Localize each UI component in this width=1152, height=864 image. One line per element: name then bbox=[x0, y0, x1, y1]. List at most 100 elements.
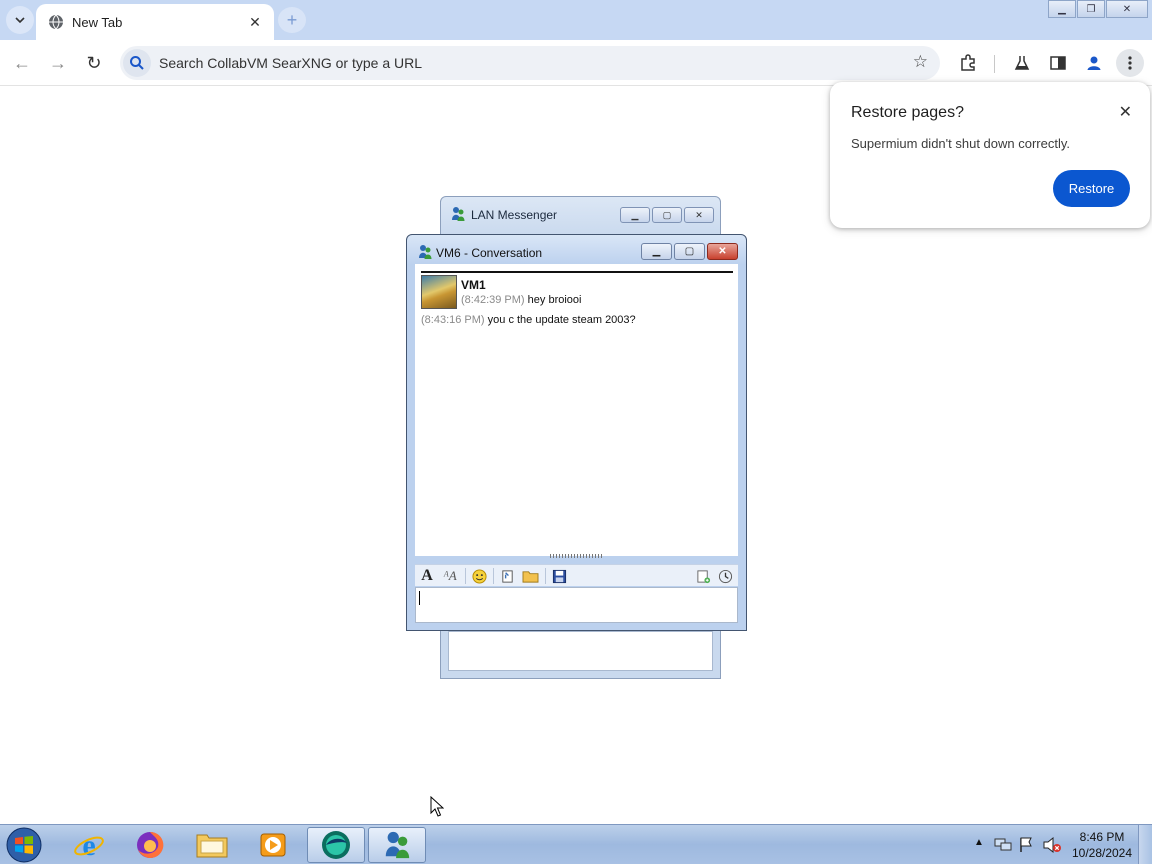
close-button[interactable]: ✕ bbox=[684, 207, 714, 223]
tab-new-tab[interactable]: New Tab ✕ bbox=[36, 4, 274, 40]
restore-button[interactable]: Restore bbox=[1053, 170, 1130, 207]
divider bbox=[421, 271, 733, 273]
toolbar-divider bbox=[994, 55, 995, 73]
taskbar-app-media-player[interactable] bbox=[244, 827, 302, 863]
window-controls: ▁ ▢ ✕ bbox=[618, 207, 714, 223]
minimize-button[interactable]: ▁ bbox=[620, 207, 650, 223]
lan-messenger-icon bbox=[419, 245, 432, 259]
send-folder-icon[interactable] bbox=[521, 568, 539, 584]
resize-grip[interactable] bbox=[550, 554, 604, 558]
chevron-down-icon bbox=[15, 17, 25, 24]
contact-panel bbox=[448, 631, 713, 671]
labs-button[interactable] bbox=[1008, 49, 1036, 77]
address-bar[interactable]: ☆ bbox=[120, 46, 940, 80]
clock[interactable]: 8:46 PM 10/28/2024 bbox=[1068, 829, 1136, 861]
maximize-button[interactable]: ▢ bbox=[674, 243, 705, 260]
side-panel-button[interactable] bbox=[1044, 49, 1072, 77]
message-text: you c the update steam 2003? bbox=[487, 314, 636, 326]
message-time: (8:42:39 PM) bbox=[461, 294, 525, 306]
start-button[interactable] bbox=[4, 827, 44, 863]
font-color-icon[interactable]: ᴬA bbox=[441, 568, 459, 584]
font-icon[interactable]: A bbox=[419, 567, 435, 584]
toolbar-divider bbox=[545, 568, 546, 584]
taskbar-app-lan-messenger[interactable] bbox=[368, 827, 426, 863]
clock-date: 10/28/2024 bbox=[1071, 846, 1133, 860]
tab-search-button[interactable] bbox=[6, 6, 34, 34]
show-hidden-icons-icon[interactable]: ▲ bbox=[974, 837, 984, 848]
person-icon bbox=[1087, 56, 1101, 70]
volume-muted-icon[interactable] bbox=[1042, 836, 1062, 854]
text-caret bbox=[419, 591, 420, 605]
network-icon[interactable] bbox=[994, 837, 1012, 853]
flask-icon bbox=[1014, 56, 1030, 70]
browser-toolbar: ← → ↻ ☆ bbox=[0, 40, 1152, 86]
message-time: (8:43:16 PM) bbox=[421, 314, 485, 326]
firefox-icon bbox=[137, 831, 164, 858]
message-input[interactable] bbox=[415, 587, 738, 623]
more-vert-icon bbox=[1128, 56, 1132, 70]
toolbar-divider bbox=[465, 568, 466, 584]
puzzle-icon bbox=[961, 54, 975, 71]
message-text: hey broiooi bbox=[527, 294, 582, 306]
globe-icon bbox=[49, 14, 63, 30]
mouse-cursor-icon bbox=[430, 796, 444, 817]
media-player-icon bbox=[260, 833, 286, 857]
close-button[interactable]: ✕ bbox=[1106, 0, 1148, 18]
omnibox-input[interactable] bbox=[159, 55, 879, 71]
maximize-button[interactable]: ❐ bbox=[1077, 0, 1105, 18]
profile-button[interactable] bbox=[1080, 49, 1108, 77]
forward-button[interactable]: → bbox=[44, 49, 72, 77]
conversation-window[interactable]: VM6 - Conversation ▁ ▢ ✕ VM1 (8:42:39 PM… bbox=[406, 234, 747, 631]
supermium-icon bbox=[322, 831, 350, 859]
history-icon[interactable] bbox=[695, 568, 711, 584]
restore-pages-dialog: Restore pages? ✕ Supermium didn't shut d… bbox=[830, 82, 1150, 228]
taskbar: e ▲ 8:46 PM 10/28/2024 bbox=[0, 824, 1152, 864]
extensions-button[interactable] bbox=[954, 49, 982, 77]
new-tab-button[interactable]: + bbox=[278, 7, 306, 33]
restore-dialog-message: Supermium didn't shut down correctly. bbox=[851, 136, 1071, 151]
action-center-flag-icon[interactable] bbox=[1018, 836, 1034, 854]
chat-message: (8:42:39 PM) hey broiooi bbox=[461, 294, 581, 306]
format-toolbar: A ᴬA bbox=[415, 564, 738, 586]
tab-title: New Tab bbox=[72, 14, 123, 30]
svg-text:e: e bbox=[82, 829, 95, 861]
close-button[interactable]: ✕ bbox=[707, 243, 738, 260]
taskbar-app-supermium[interactable] bbox=[307, 827, 365, 863]
window-controls: ▁ ▢ ✕ bbox=[639, 243, 738, 260]
lan-messenger-icon bbox=[452, 207, 465, 221]
minimize-button[interactable]: ▁ bbox=[1048, 0, 1076, 18]
side-panel-icon bbox=[1050, 56, 1066, 70]
windows-logo-icon bbox=[6, 827, 42, 863]
chat-message: (8:43:16 PM) you c the update steam 2003… bbox=[421, 314, 636, 326]
browser-menu-button[interactable] bbox=[1116, 49, 1144, 77]
emoticon-icon[interactable] bbox=[471, 568, 487, 584]
send-file-icon[interactable] bbox=[499, 568, 515, 584]
taskbar-app-firefox[interactable] bbox=[121, 827, 179, 863]
save-icon[interactable] bbox=[551, 568, 567, 584]
taskbar-app-internet-explorer[interactable]: e bbox=[60, 827, 118, 863]
taskbar-app-file-explorer[interactable] bbox=[183, 827, 241, 863]
window-title: VM6 - Conversation bbox=[436, 246, 543, 260]
toolbar-divider bbox=[493, 568, 494, 584]
clock-time: 8:46 PM bbox=[1079, 830, 1125, 844]
arrow-left-icon: ← bbox=[13, 52, 31, 73]
tab-close-icon[interactable]: ✕ bbox=[246, 13, 264, 31]
search-icon bbox=[123, 49, 151, 77]
reload-button[interactable]: ↻ bbox=[80, 49, 108, 77]
window-title: LAN Messenger bbox=[471, 208, 558, 222]
chat-log[interactable]: VM1 (8:42:39 PM) hey broiooi (8:43:16 PM… bbox=[415, 264, 738, 558]
back-button[interactable]: ← bbox=[8, 49, 36, 77]
restore-dialog-title: Restore pages? bbox=[851, 104, 964, 121]
bookmark-star-icon[interactable]: ☆ bbox=[913, 52, 928, 72]
avatar bbox=[421, 275, 457, 309]
maximize-button[interactable]: ▢ bbox=[652, 207, 682, 223]
minimize-button[interactable]: ▁ bbox=[641, 243, 672, 260]
sender-name: VM1 bbox=[461, 278, 486, 292]
reload-icon: ↻ bbox=[86, 52, 102, 73]
internet-explorer-icon: e bbox=[74, 829, 104, 861]
system-tray: ▲ bbox=[972, 825, 1072, 864]
broadcast-icon[interactable] bbox=[717, 568, 733, 584]
tab-strip: New Tab ✕ + ▁ ❐ ✕ bbox=[0, 0, 1152, 40]
show-desktop-button[interactable] bbox=[1138, 825, 1152, 864]
close-icon[interactable]: ✕ bbox=[1119, 102, 1132, 122]
